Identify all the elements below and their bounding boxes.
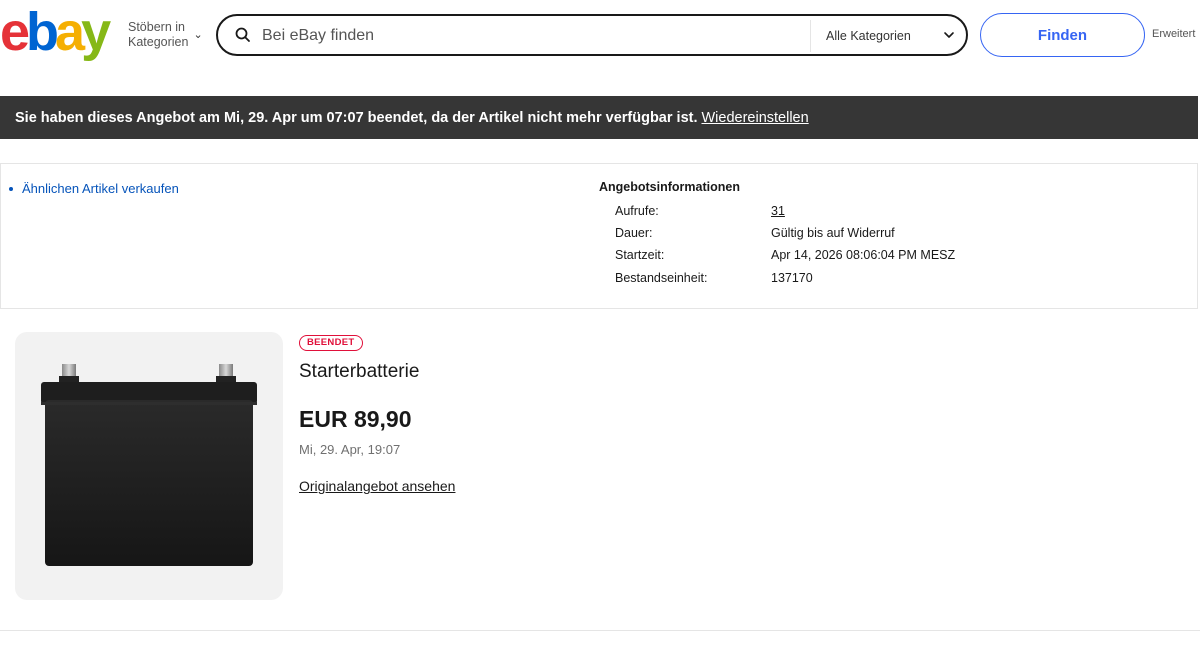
- banner-message: Sie haben dieses Angebot am Mi, 29. Apr …: [15, 109, 698, 126]
- views-count-link[interactable]: 31: [771, 204, 785, 218]
- end-date: Mi, 29. Apr, 19:07: [299, 442, 401, 457]
- status-badge: BEENDET: [299, 335, 363, 351]
- chevron-down-icon: ⌄: [193, 28, 203, 41]
- info-value: 137170: [771, 271, 813, 285]
- search-input[interactable]: [262, 23, 802, 49]
- search-bar: Alle Kategorien: [216, 14, 968, 56]
- battery-image: [41, 364, 257, 566]
- sell-similar-label: Ähnlichen Artikel verkaufen: [22, 181, 179, 196]
- chevron-down-icon: [944, 32, 954, 38]
- browse-label-line2: Kategorien: [128, 35, 189, 49]
- info-row-sku: Bestandseinheit: 137170: [615, 271, 1175, 289]
- info-label: Dauer:: [615, 226, 653, 240]
- info-row-start-time: Startzeit: Apr 14, 2026 08:06:04 PM MESZ: [615, 248, 1175, 266]
- logo-letter-y: y: [81, 2, 111, 62]
- info-row-duration: Dauer: Gültig bis auf Widerruf: [615, 226, 1175, 244]
- find-button[interactable]: Finden: [980, 13, 1145, 57]
- listing-info-panel: Ähnlichen Artikel verkaufen Angebotsinfo…: [0, 163, 1198, 309]
- divider: [0, 630, 1200, 631]
- relist-link[interactable]: Wiedereinstellen: [701, 110, 808, 126]
- info-label: Startzeit:: [615, 248, 665, 262]
- search-icon: [235, 27, 250, 42]
- browse-label: Stöbern in Kategorien: [128, 20, 188, 50]
- product-price: EUR 89,90: [299, 406, 412, 432]
- ended-listing-banner: Sie haben dieses Angebot am Mi, 29. Apr …: [0, 96, 1198, 139]
- sell-similar-link[interactable]: Ähnlichen Artikel verkaufen: [9, 181, 179, 196]
- category-select-value: Alle Kategorien: [826, 29, 911, 43]
- product-title: Starterbatterie: [299, 361, 420, 382]
- logo-letter-b: b: [26, 2, 59, 62]
- info-label: Aufrufe:: [615, 204, 659, 218]
- info-row-views: Aufrufe: 31: [615, 204, 1175, 222]
- info-label: Bestandseinheit:: [615, 271, 708, 285]
- advanced-search-link[interactable]: Erweitert: [1152, 28, 1195, 40]
- bullet-icon: [9, 186, 13, 191]
- browse-label-line1: Stöbern in: [128, 20, 185, 34]
- category-select[interactable]: Alle Kategorien: [810, 20, 966, 52]
- logo-letter-e: e: [0, 2, 30, 62]
- ebay-logo[interactable]: ebay: [0, 2, 111, 62]
- product-image[interactable]: [15, 332, 283, 600]
- header: ebay Stöbern in Kategorien ⌄ Alle Katego…: [0, 0, 1200, 70]
- browse-categories-button[interactable]: Stöbern in Kategorien ⌄: [128, 20, 203, 50]
- info-title: Angebotsinformationen: [599, 180, 740, 194]
- view-original-listing-link[interactable]: Originalangebot ansehen: [299, 478, 455, 494]
- info-value: Gültig bis auf Widerruf: [771, 226, 895, 240]
- info-value: Apr 14, 2026 08:06:04 PM MESZ: [771, 248, 956, 262]
- logo-letter-a: a: [55, 2, 85, 62]
